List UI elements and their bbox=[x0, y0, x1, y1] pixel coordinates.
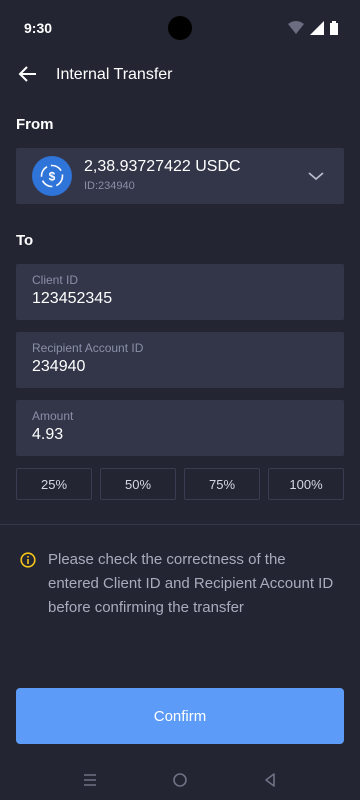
status-icons bbox=[288, 20, 338, 36]
camera-cutout bbox=[168, 16, 192, 40]
from-account-selector[interactable]: $ 2,38.93727422 USDC ID:234940 bbox=[16, 148, 344, 204]
amount-value[interactable]: 4.93 bbox=[32, 426, 63, 444]
amount-field[interactable]: Amount 4.93 bbox=[16, 400, 344, 456]
circle-home-icon bbox=[173, 773, 187, 787]
recipient-account-id-field[interactable]: Recipient Account ID 234940 bbox=[16, 332, 344, 388]
menu-lines-icon bbox=[84, 774, 96, 786]
arrow-left-icon bbox=[18, 66, 36, 82]
client-id-field[interactable]: Client ID 123452345 bbox=[16, 264, 344, 320]
to-label: To bbox=[16, 232, 34, 249]
back-button[interactable] bbox=[14, 60, 42, 88]
percent-50-button[interactable]: 50% bbox=[100, 468, 176, 500]
page-title: Internal Transfer bbox=[56, 66, 173, 83]
wifi-icon bbox=[288, 21, 304, 34]
home-button[interactable] bbox=[168, 768, 192, 792]
account-balance: 2,38.93727422 USDC bbox=[84, 158, 241, 175]
svg-text:$: $ bbox=[49, 170, 56, 184]
percent-25-button[interactable]: 25% bbox=[16, 468, 92, 500]
from-label: From bbox=[16, 116, 54, 133]
client-id-label: Client ID bbox=[32, 273, 79, 287]
recipient-account-id-value[interactable]: 234940 bbox=[32, 358, 85, 376]
info-icon bbox=[20, 552, 36, 568]
divider bbox=[0, 524, 360, 525]
client-id-value[interactable]: 123452345 bbox=[32, 290, 112, 308]
recipient-account-id-label: Recipient Account ID bbox=[32, 341, 144, 355]
percent-75-button[interactable]: 75% bbox=[184, 468, 260, 500]
confirm-button[interactable]: Confirm bbox=[16, 688, 344, 744]
percent-buttons: 25% 50% 75% 100% bbox=[16, 468, 344, 500]
back-nav-button[interactable] bbox=[258, 768, 282, 792]
usdc-coin-icon: $ bbox=[32, 156, 72, 196]
percent-100-button[interactable]: 100% bbox=[268, 468, 344, 500]
amount-label: Amount bbox=[32, 409, 74, 423]
chevron-down-icon bbox=[308, 172, 324, 181]
account-id: ID:234940 bbox=[84, 180, 135, 192]
triangle-back-icon bbox=[265, 773, 275, 787]
cellular-signal-icon bbox=[310, 21, 324, 35]
confirmation-notice: Please check the correctness of the ente… bbox=[48, 551, 334, 616]
battery-icon bbox=[330, 21, 338, 35]
recent-apps-button[interactable] bbox=[78, 768, 102, 792]
app-header bbox=[0, 56, 360, 96]
status-time: 9:30 bbox=[24, 20, 53, 36]
